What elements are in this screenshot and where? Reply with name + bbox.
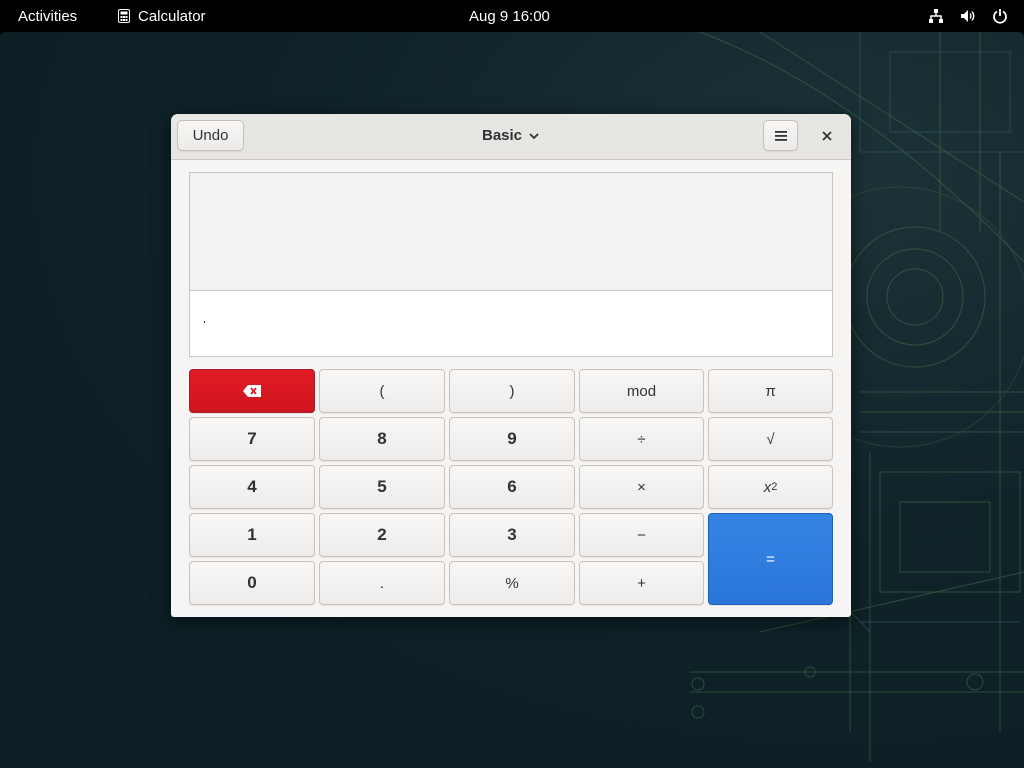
clock[interactable]: Aug 9 16:00 [469,0,550,32]
open-paren-button[interactable]: ( [319,369,445,413]
network-icon [929,9,943,23]
digit-5-button[interactable]: 5 [319,465,445,509]
digit-9-button[interactable]: 9 [449,417,575,461]
percent-button[interactable]: % [449,561,575,605]
square-exponent-label: 2 [771,481,778,493]
decimal-point-button[interactable]: . [319,561,445,605]
keypad: ( ) mod π 7 8 9 ÷ √ 4 5 6 × x2 1 2 3 − = [189,369,833,605]
expression-entry[interactable] [189,290,833,357]
mode-label: Basic [482,127,523,144]
digit-4-button[interactable]: 4 [189,465,315,509]
digit-6-button[interactable]: 6 [449,465,575,509]
subtract-button[interactable]: − [579,513,704,557]
divide-button[interactable]: ÷ [579,417,704,461]
equals-button[interactable]: = [708,513,833,605]
power-icon [993,9,1007,24]
chevron-down-icon [529,132,539,139]
digit-7-button[interactable]: 7 [189,417,315,461]
digit-0-button[interactable]: 0 [189,561,315,605]
close-button[interactable] [817,126,837,146]
history-view [189,172,833,290]
digit-1-button[interactable]: 1 [189,513,315,557]
undo-button[interactable]: Undo [177,120,244,151]
square-button[interactable]: x2 [708,465,833,509]
add-button[interactable]: + [579,561,704,605]
close-paren-button[interactable]: ) [449,369,575,413]
digit-3-button[interactable]: 3 [449,513,575,557]
activities-button[interactable]: Activities [18,0,77,32]
app-menu[interactable]: Calculator [118,0,206,32]
square-root-button[interactable]: √ [708,417,833,461]
hamburger-menu-icon [774,130,787,141]
digit-8-button[interactable]: 8 [319,417,445,461]
calculator-icon [118,9,130,23]
calculator-window: Undo Basic () mod π 7 8 9 ÷ √ 4 5 6 × x… [171,114,851,617]
close-icon [822,131,832,141]
mod-button[interactable]: mod [579,369,704,413]
app-name-label: Calculator [138,7,206,25]
backspace-icon [243,385,261,397]
square-base-label: x [763,478,772,496]
text-cursor [204,321,205,323]
multiply-button[interactable]: × [579,465,704,509]
header-bar: Undo Basic [171,114,851,160]
top-bar: Activities Calculator Aug 9 16:00 [0,0,1024,32]
backspace-button[interactable] [189,369,315,413]
desktop-background: Undo Basic () mod π 7 8 9 ÷ √ 4 5 6 × x… [0,32,1024,768]
mode-selector[interactable]: Basic [482,120,540,151]
volume-icon [961,10,975,22]
system-tray[interactable] [928,0,1008,32]
digit-2-button[interactable]: 2 [319,513,445,557]
main-menu-button[interactable] [763,120,798,151]
pi-button[interactable]: π [708,369,833,413]
